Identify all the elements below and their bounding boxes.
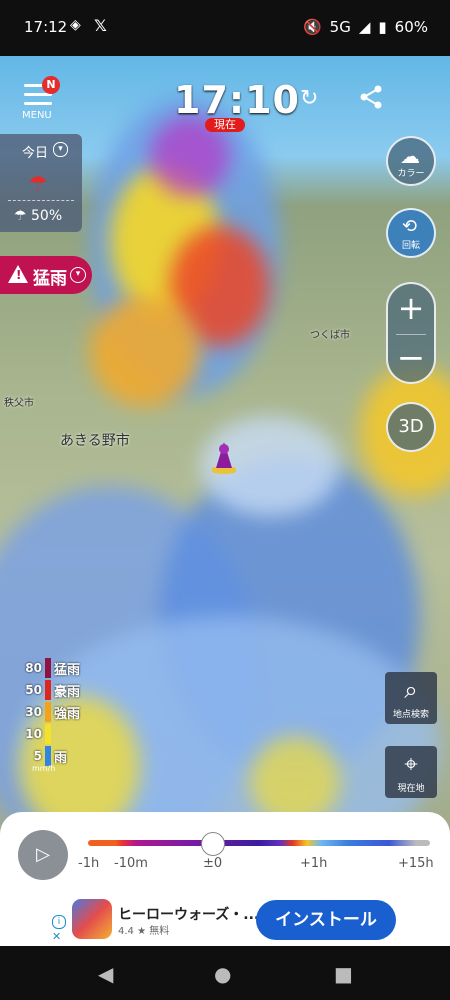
legend-row: 80 猛雨: [20, 658, 80, 678]
play-button[interactable]: ▷: [18, 830, 68, 880]
ad-app-name: ヒーローウォーズ・...: [118, 907, 260, 923]
search-icon: ⌕: [404, 676, 418, 704]
legend-swatch: [45, 680, 51, 700]
zoom-out-button[interactable]: −: [388, 338, 434, 378]
ad-close-icon[interactable]: ✕: [52, 930, 61, 943]
battery-label: 60%: [394, 18, 428, 36]
umbrella-icon: ☂: [28, 172, 48, 197]
small-umbrella-icon: ☂: [14, 208, 32, 224]
legend-value: 30: [25, 705, 42, 719]
rotate-icon: ⟲: [402, 216, 418, 237]
ad-banner[interactable]: i ✕ ヒーローウォーズ・... 4.4 ★ 無料 インストール: [0, 892, 450, 946]
status-right: 🔇 5G ◢ ▮ 60%: [303, 18, 428, 36]
install-button[interactable]: インストール: [256, 900, 396, 940]
search-label: 地点検索: [392, 710, 429, 720]
warning-exclamation: !: [16, 268, 22, 282]
map-label-akiruno: あきる野市: [60, 433, 130, 449]
current-time-display: 17:10: [174, 78, 300, 122]
legend-row: 10: [20, 724, 54, 744]
network-label: 5G: [329, 18, 351, 36]
app-notification-icon: ◈: [70, 17, 81, 33]
chevron-down-icon: ▾: [70, 267, 86, 283]
timeline-slider-handle[interactable]: [201, 832, 225, 856]
legend-row: 50 豪雨: [20, 680, 80, 700]
now-badge: 現在: [205, 118, 245, 132]
legend-label: 雨: [54, 750, 68, 766]
cloud-icon: ☁: [400, 144, 420, 168]
back-icon[interactable]: ◀: [98, 962, 113, 986]
refresh-icon[interactable]: ↻: [300, 86, 328, 114]
warning-label: 猛雨: [33, 269, 67, 289]
recents-icon[interactable]: ■: [334, 962, 353, 986]
timeline-panel: ▷ -1h -10m ±0 +1h +15h: [0, 812, 450, 892]
legend-swatch: [45, 746, 51, 766]
legend-label: 猛雨: [54, 662, 81, 678]
legend-label: 強雨: [54, 706, 81, 722]
legend-value: 80: [25, 661, 42, 675]
legend-swatch: [45, 658, 51, 678]
crosshair-icon: ⌖: [404, 750, 418, 778]
legend-value: 5: [33, 749, 42, 763]
timeline-tick: -1h: [78, 856, 100, 871]
timeline-tick: ±0: [203, 856, 223, 871]
status-time: 17:12: [24, 18, 68, 36]
timeline-slider-track[interactable]: [88, 840, 430, 846]
legend-value: 50: [25, 683, 42, 697]
ad-info-icon[interactable]: i: [52, 915, 66, 929]
home-icon[interactable]: ●: [214, 962, 231, 986]
zoom-control: + −: [386, 282, 436, 384]
current-location-button[interactable]: ⌖ 現在地: [385, 746, 437, 798]
x-app-icon: 𝕏: [94, 16, 107, 35]
three-d-button[interactable]: 3D: [386, 402, 436, 452]
play-icon: ▷: [36, 844, 50, 865]
rain-intensity-legend: 80 猛雨 50 豪雨 30 強雨 10 5 雨 mm/h: [20, 658, 90, 778]
chevron-down-icon: ▾: [53, 142, 68, 157]
notification-badge: N: [42, 76, 60, 94]
share-icon[interactable]: [358, 84, 386, 112]
color-button[interactable]: ☁ カラー: [386, 136, 436, 186]
app-icon: [72, 899, 112, 939]
legend-swatch: [45, 724, 51, 744]
rotate-button[interactable]: ⟲ 回転: [386, 208, 436, 258]
legend-label: 豪雨: [54, 684, 81, 700]
rain-probability-value: 50%: [31, 208, 63, 224]
rotate-label: 回転: [401, 241, 420, 251]
system-navigation-bar: ◀ ● ■: [0, 946, 450, 1000]
location-search-button[interactable]: ⌕ 地点検索: [385, 672, 437, 724]
menu-label: MENU: [22, 110, 52, 121]
zoom-in-button[interactable]: +: [388, 288, 434, 328]
signal-icon: ◢: [358, 18, 371, 36]
location-marker-icon: [210, 440, 238, 474]
timeline-tick: -10m: [114, 856, 148, 871]
day-label: 今日: [22, 146, 49, 161]
today-forecast-box[interactable]: 今日 ▾ ☂ ☂ 50%: [0, 134, 82, 232]
map-label-chichibu: 秩父市: [4, 398, 34, 409]
timeline-tick: +1h: [300, 856, 328, 871]
legend-row: 5 雨: [20, 746, 67, 766]
legend-unit: mm/h: [32, 764, 56, 773]
status-bar: 17:12 ◈ 𝕏 🔇 5G ◢ ▮ 60%: [0, 0, 450, 56]
color-label: カラー: [397, 169, 425, 179]
heavy-rain-warning[interactable]: ! 猛雨 ▾: [0, 256, 92, 294]
legend-value: 10: [25, 727, 42, 741]
timeline-tick: +15h: [398, 856, 434, 871]
legend-swatch: [45, 702, 51, 722]
divider: [8, 200, 74, 201]
divider: [396, 334, 426, 335]
battery-icon: ▮: [378, 18, 387, 36]
location-label: 現在地: [397, 784, 425, 794]
rain-cloud: [90, 296, 200, 406]
menu-button[interactable]: N MENU: [22, 76, 60, 121]
rain-probability: ☂ 50%: [14, 208, 62, 224]
map-label-tsukuba: つくば市: [310, 330, 350, 341]
legend-row: 30 強雨: [20, 702, 80, 722]
ad-rating: 4.4 ★ 無料: [118, 926, 170, 937]
mute-icon: 🔇: [302, 18, 322, 36]
